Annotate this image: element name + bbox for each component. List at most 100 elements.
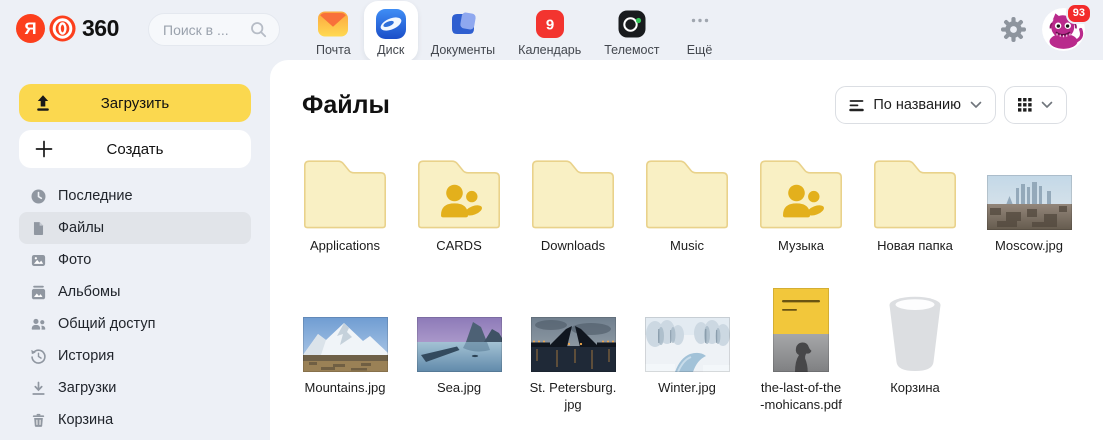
- file-tile[interactable]: St. Petersburg. jpg: [530, 288, 616, 414]
- main-content: Файлы По названию Applic: [270, 60, 1103, 440]
- file-tile[interactable]: Корзина: [872, 288, 958, 414]
- file-tile[interactable]: Downloads: [530, 158, 616, 255]
- file-name: Applications: [289, 238, 401, 255]
- sidebar-item-последние[interactable]: Последние: [19, 180, 251, 212]
- more-dots-icon: [683, 7, 717, 41]
- disk-icon: [374, 7, 408, 41]
- notification-badge: 93: [1066, 3, 1092, 24]
- yandex-logo-icon: Я: [16, 14, 45, 43]
- shared-folder-icon: [758, 158, 844, 230]
- image-thumbnail: [531, 288, 616, 372]
- nav-item-label: Календарь: [518, 43, 581, 57]
- nav-item-calendar[interactable]: 9Календарь: [508, 1, 591, 62]
- create-button-label: Создать: [106, 141, 163, 158]
- telemost-icon: [615, 7, 649, 41]
- nav-item-label: Диск: [377, 43, 404, 57]
- folder-icon: [530, 158, 616, 230]
- trash-bin-icon: [884, 288, 946, 372]
- image-thumbnail: [645, 288, 730, 372]
- sidebar-item-файлы[interactable]: Файлы: [19, 212, 251, 244]
- nav-item-label: Почта: [316, 43, 351, 57]
- file-tile[interactable]: Новая папка: [872, 158, 958, 255]
- upload-button-label: Загрузить: [101, 95, 170, 112]
- file-name: Moscow.jpg: [973, 238, 1085, 255]
- file-tile[interactable]: Moscow.jpg: [986, 158, 1072, 255]
- yandex-360-logo[interactable]: Я 360: [16, 14, 119, 43]
- nav-item-more[interactable]: Ещё: [673, 1, 727, 62]
- file-tile[interactable]: Sea.jpg: [416, 288, 502, 414]
- mail-icon: [316, 7, 350, 41]
- topbar: Я 360 Почта Диск Документы9Календарь Телемо…: [0, 0, 1103, 60]
- search-icon: [250, 21, 267, 38]
- file-name: Новая папка: [859, 238, 971, 255]
- sidebar-item-label: Корзина: [58, 412, 113, 428]
- photo-icon: [30, 252, 47, 269]
- file-name: CARDS: [403, 238, 515, 255]
- albums-icon: [30, 284, 47, 301]
- sidebar-nav: Последние Файлы Фото Альбомы Общий доступ Ист…: [0, 180, 270, 436]
- file-tile[interactable]: Mountains.jpg: [302, 288, 388, 414]
- file-tile[interactable]: CARDS: [416, 158, 502, 255]
- file-name: Mountains.jpg: [289, 380, 401, 397]
- sidebar-item-загрузки[interactable]: Загрузки: [19, 372, 251, 404]
- settings-gear-icon[interactable]: [1000, 16, 1027, 43]
- sidebar-item-история[interactable]: История: [19, 340, 251, 372]
- nav-item-label: Телемост: [604, 43, 659, 57]
- sort-button[interactable]: По названию: [835, 86, 996, 124]
- folder-icon: [644, 158, 730, 230]
- trash-icon: [30, 412, 47, 429]
- create-button[interactable]: Создать: [19, 130, 251, 168]
- page-title: Файлы: [302, 91, 390, 120]
- download-icon: [30, 380, 47, 397]
- nav-item-mail[interactable]: Почта: [306, 1, 361, 62]
- file-grid-row-2: Mountains.jpgSea.jpgSt. Petersburg. jpgW…: [270, 288, 1103, 414]
- sidebar-item-фото[interactable]: Фото: [19, 244, 251, 276]
- plus-icon: [34, 139, 54, 159]
- sidebar-item-общий-доступ[interactable]: Общий доступ: [19, 308, 251, 340]
- file-name: Winter.jpg: [631, 380, 743, 397]
- file-name: Downloads: [517, 238, 629, 255]
- folder-icon: [872, 158, 958, 230]
- file-tile[interactable]: Applications: [302, 158, 388, 255]
- sidebar-item-label: Файлы: [58, 220, 104, 236]
- sidebar-item-label: История: [58, 348, 114, 364]
- grid-view-icon: [1018, 98, 1032, 112]
- sidebar: Загрузить Создать Последние Файлы Фото Альб…: [0, 60, 270, 440]
- pdf-thumbnail: [773, 288, 829, 372]
- image-thumbnail: [303, 288, 388, 372]
- sidebar-item-label: Общий доступ: [58, 316, 155, 332]
- view-mode-button[interactable]: [1004, 86, 1067, 124]
- documents-icon: [446, 7, 480, 41]
- history-icon: [30, 348, 47, 365]
- 360-ring-logo-icon: [48, 14, 77, 43]
- sidebar-item-label: Загрузки: [58, 380, 116, 396]
- file-tile[interactable]: Music: [644, 158, 730, 255]
- image-thumbnail: [987, 158, 1072, 230]
- nav-item-telemost[interactable]: Телемост: [594, 1, 669, 62]
- file-grid-row-1: Applications CARDS Downloads Music Музык…: [270, 158, 1103, 255]
- user-avatar[interactable]: 93: [1042, 8, 1085, 51]
- image-thumbnail: [417, 288, 502, 372]
- clock-icon: [30, 188, 47, 205]
- file-tile[interactable]: the-last-of-the -mohicans.pdf: [758, 288, 844, 414]
- app-switcher: Почта Диск Документы9Календарь Телемост Ещё: [306, 3, 727, 59]
- sidebar-item-альбомы[interactable]: Альбомы: [19, 276, 251, 308]
- file-icon: [30, 220, 47, 237]
- file-tile[interactable]: Winter.jpg: [644, 288, 730, 414]
- file-name: Корзина: [859, 380, 971, 397]
- folder-icon: [302, 158, 388, 230]
- shared-folder-icon: [416, 158, 502, 230]
- search-input[interactable]: [161, 21, 250, 39]
- file-name: Музыка: [745, 238, 857, 255]
- nav-item-docs[interactable]: Документы: [421, 1, 505, 62]
- search-box[interactable]: [148, 13, 280, 46]
- file-name: Sea.jpg: [403, 380, 515, 397]
- sidebar-item-label: Фото: [58, 252, 91, 268]
- file-name: the-last-of-the -mohicans.pdf: [745, 380, 857, 414]
- nav-item-label: Ещё: [687, 43, 713, 57]
- nav-item-disk[interactable]: Диск: [364, 1, 418, 62]
- upload-button[interactable]: Загрузить: [19, 84, 251, 122]
- file-name: Music: [631, 238, 743, 255]
- sidebar-item-корзина[interactable]: Корзина: [19, 404, 251, 436]
- file-tile[interactable]: Музыка: [758, 158, 844, 255]
